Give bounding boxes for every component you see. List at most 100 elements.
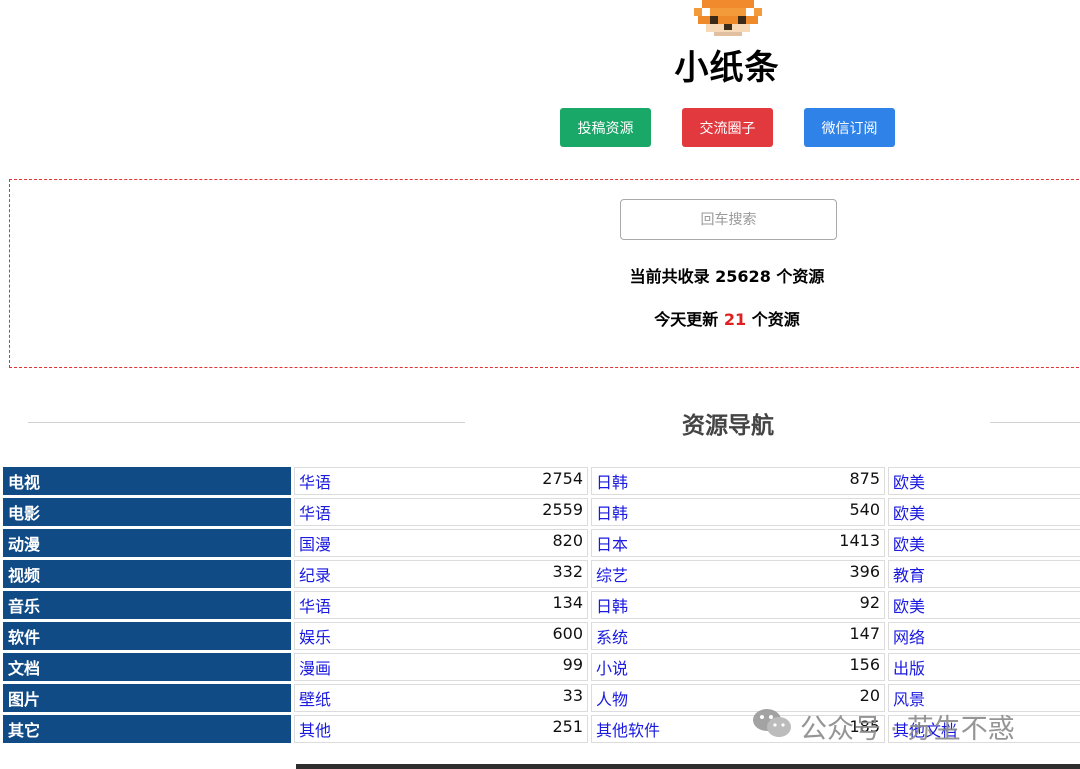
subcategory-link[interactable]: 网络 (893, 628, 925, 647)
resource-count: 147 (849, 624, 880, 643)
subcategory-cell: 251 其他 (294, 715, 588, 743)
subcategory-link[interactable]: 其他软件 (596, 721, 660, 740)
wechat-subscribe-button[interactable]: 微信订阅 (804, 108, 895, 147)
subcategory-link[interactable]: 教育 (893, 566, 925, 585)
subcategory-link[interactable]: 系统 (596, 628, 628, 647)
subcategory-link[interactable]: 华语 (299, 597, 331, 616)
nav-divider-left (28, 422, 465, 423)
subcategory-cell: 欧美 (888, 529, 1080, 557)
table-row: 视频 332 纪录 396 综艺 教育 (3, 560, 1080, 588)
subcategory-cell: 147 系统 (591, 622, 885, 650)
resource-count: 134 (552, 593, 583, 612)
subcategory-link[interactable]: 华语 (299, 473, 331, 492)
today-suffix: 个资源 (751, 310, 800, 329)
today-count-text: 今天更新 21 个资源 (527, 306, 927, 330)
subcategory-cell: 156 小说 (591, 653, 885, 681)
watermark: 公众号 · 苏生不惑 (752, 706, 1015, 747)
subcategory-link[interactable]: 娱乐 (299, 628, 331, 647)
subcategory-link[interactable]: 欧美 (893, 535, 925, 554)
subcategory-link[interactable]: 小说 (596, 659, 628, 678)
subcategory-link[interactable]: 日韩 (596, 473, 628, 492)
subcategory-link[interactable]: 欧美 (893, 504, 925, 523)
total-suffix: 个资源 (776, 267, 825, 286)
subcategory-link[interactable]: 其他 (299, 721, 331, 740)
bottom-scroll-bar (296, 764, 1080, 769)
subcategory-link[interactable]: 综艺 (596, 566, 628, 585)
subcategory-cell: 396 综艺 (591, 560, 885, 588)
subcategory-link[interactable]: 欧美 (893, 473, 925, 492)
subcategory-cell: 92 日韩 (591, 591, 885, 619)
total-count: 25628 (715, 267, 771, 286)
nav-title: 资源导航 (682, 413, 774, 439)
subcategory-link[interactable]: 纪录 (299, 566, 331, 585)
subcategory-cell: 600 娱乐 (294, 622, 588, 650)
subcategory-cell: 1413 日本 (591, 529, 885, 557)
subcategory-cell: 教育 (888, 560, 1080, 588)
subcategory-link[interactable]: 日韩 (596, 597, 628, 616)
subcategory-cell: 2754 华语 (294, 467, 588, 495)
category-cell: 软件 (3, 622, 291, 650)
subcategory-link[interactable]: 日本 (596, 535, 628, 554)
community-button[interactable]: 交流圈子 (682, 108, 773, 147)
resource-count: 1413 (839, 531, 880, 550)
search-input[interactable] (620, 199, 837, 240)
resource-count: 540 (849, 500, 880, 519)
category-cell: 音乐 (3, 591, 291, 619)
subcategory-cell: 欧美 (888, 467, 1080, 495)
subcategory-cell: 332 纪录 (294, 560, 588, 588)
subcategory-cell: 875 日韩 (591, 467, 885, 495)
resource-count: 332 (552, 562, 583, 581)
subcategory-cell: 2559 华语 (294, 498, 588, 526)
subcategory-cell: 欧美 (888, 591, 1080, 619)
subcategory-link[interactable]: 人物 (596, 690, 628, 709)
subcategory-link[interactable]: 出版 (893, 659, 925, 678)
resource-count: 92 (859, 593, 880, 612)
today-count: 21 (723, 310, 747, 329)
resource-count: 875 (849, 469, 880, 488)
today-prefix: 今天更新 (654, 310, 719, 329)
subcategory-link[interactable]: 漫画 (299, 659, 331, 678)
category-cell: 动漫 (3, 529, 291, 557)
subcategory-link[interactable]: 欧美 (893, 597, 925, 616)
resource-count: 156 (849, 655, 880, 674)
resource-count: 600 (552, 624, 583, 643)
subcategory-cell: 99 漫画 (294, 653, 588, 681)
fox-logo-icon (694, 0, 762, 36)
subcategory-link[interactable]: 国漫 (299, 535, 331, 554)
table-row: 音乐 134 华语 92 日韩 欧美 (3, 591, 1080, 619)
resource-count: 820 (552, 531, 583, 550)
subcategory-cell: 欧美 (888, 498, 1080, 526)
resource-count: 2559 (542, 500, 583, 519)
subcategory-cell: 820 国漫 (294, 529, 588, 557)
total-count-text: 当前共收录 25628 个资源 (527, 263, 927, 287)
category-cell: 文档 (3, 653, 291, 681)
nav-divider-right (990, 422, 1080, 423)
resource-count: 396 (849, 562, 880, 581)
category-cell: 电视 (3, 467, 291, 495)
table-row: 软件 600 娱乐 147 系统 网络 (3, 622, 1080, 650)
subcategory-link[interactable]: 壁纸 (299, 690, 331, 709)
category-cell: 图片 (3, 684, 291, 712)
submit-resource-button[interactable]: 投稿资源 (560, 108, 651, 147)
table-row: 文档 99 漫画 156 小说 出版 (3, 653, 1080, 681)
subcategory-cell: 540 日韩 (591, 498, 885, 526)
subcategory-link[interactable]: 华语 (299, 504, 331, 523)
site-title: 小纸条 (674, 48, 780, 88)
resource-count: 2754 (542, 469, 583, 488)
table-row: 电影 2559 华语 540 日韩 欧美 (3, 498, 1080, 526)
wechat-icon (752, 706, 792, 747)
table-row: 电视 2754 华语 875 日韩 欧美 (3, 467, 1080, 495)
resource-count: 99 (562, 655, 583, 674)
subcategory-cell: 出版 (888, 653, 1080, 681)
table-row: 动漫 820 国漫 1413 日本 欧美 (3, 529, 1080, 557)
resource-table: 电视 2754 华语 875 日韩 欧美 电影 2559 华语 540 日韩 欧美 动漫 820 国漫 141… (0, 464, 1080, 746)
total-prefix: 当前共收录 (629, 267, 710, 286)
subcategory-cell: 33 壁纸 (294, 684, 588, 712)
subcategory-cell: 134 华语 (294, 591, 588, 619)
category-cell: 视频 (3, 560, 291, 588)
resource-count: 33 (562, 686, 583, 705)
watermark-text: 公众号 · 苏生不惑 (800, 714, 1015, 745)
resource-count: 20 (859, 686, 880, 705)
subcategory-link[interactable]: 日韩 (596, 504, 628, 523)
subcategory-cell: 网络 (888, 622, 1080, 650)
